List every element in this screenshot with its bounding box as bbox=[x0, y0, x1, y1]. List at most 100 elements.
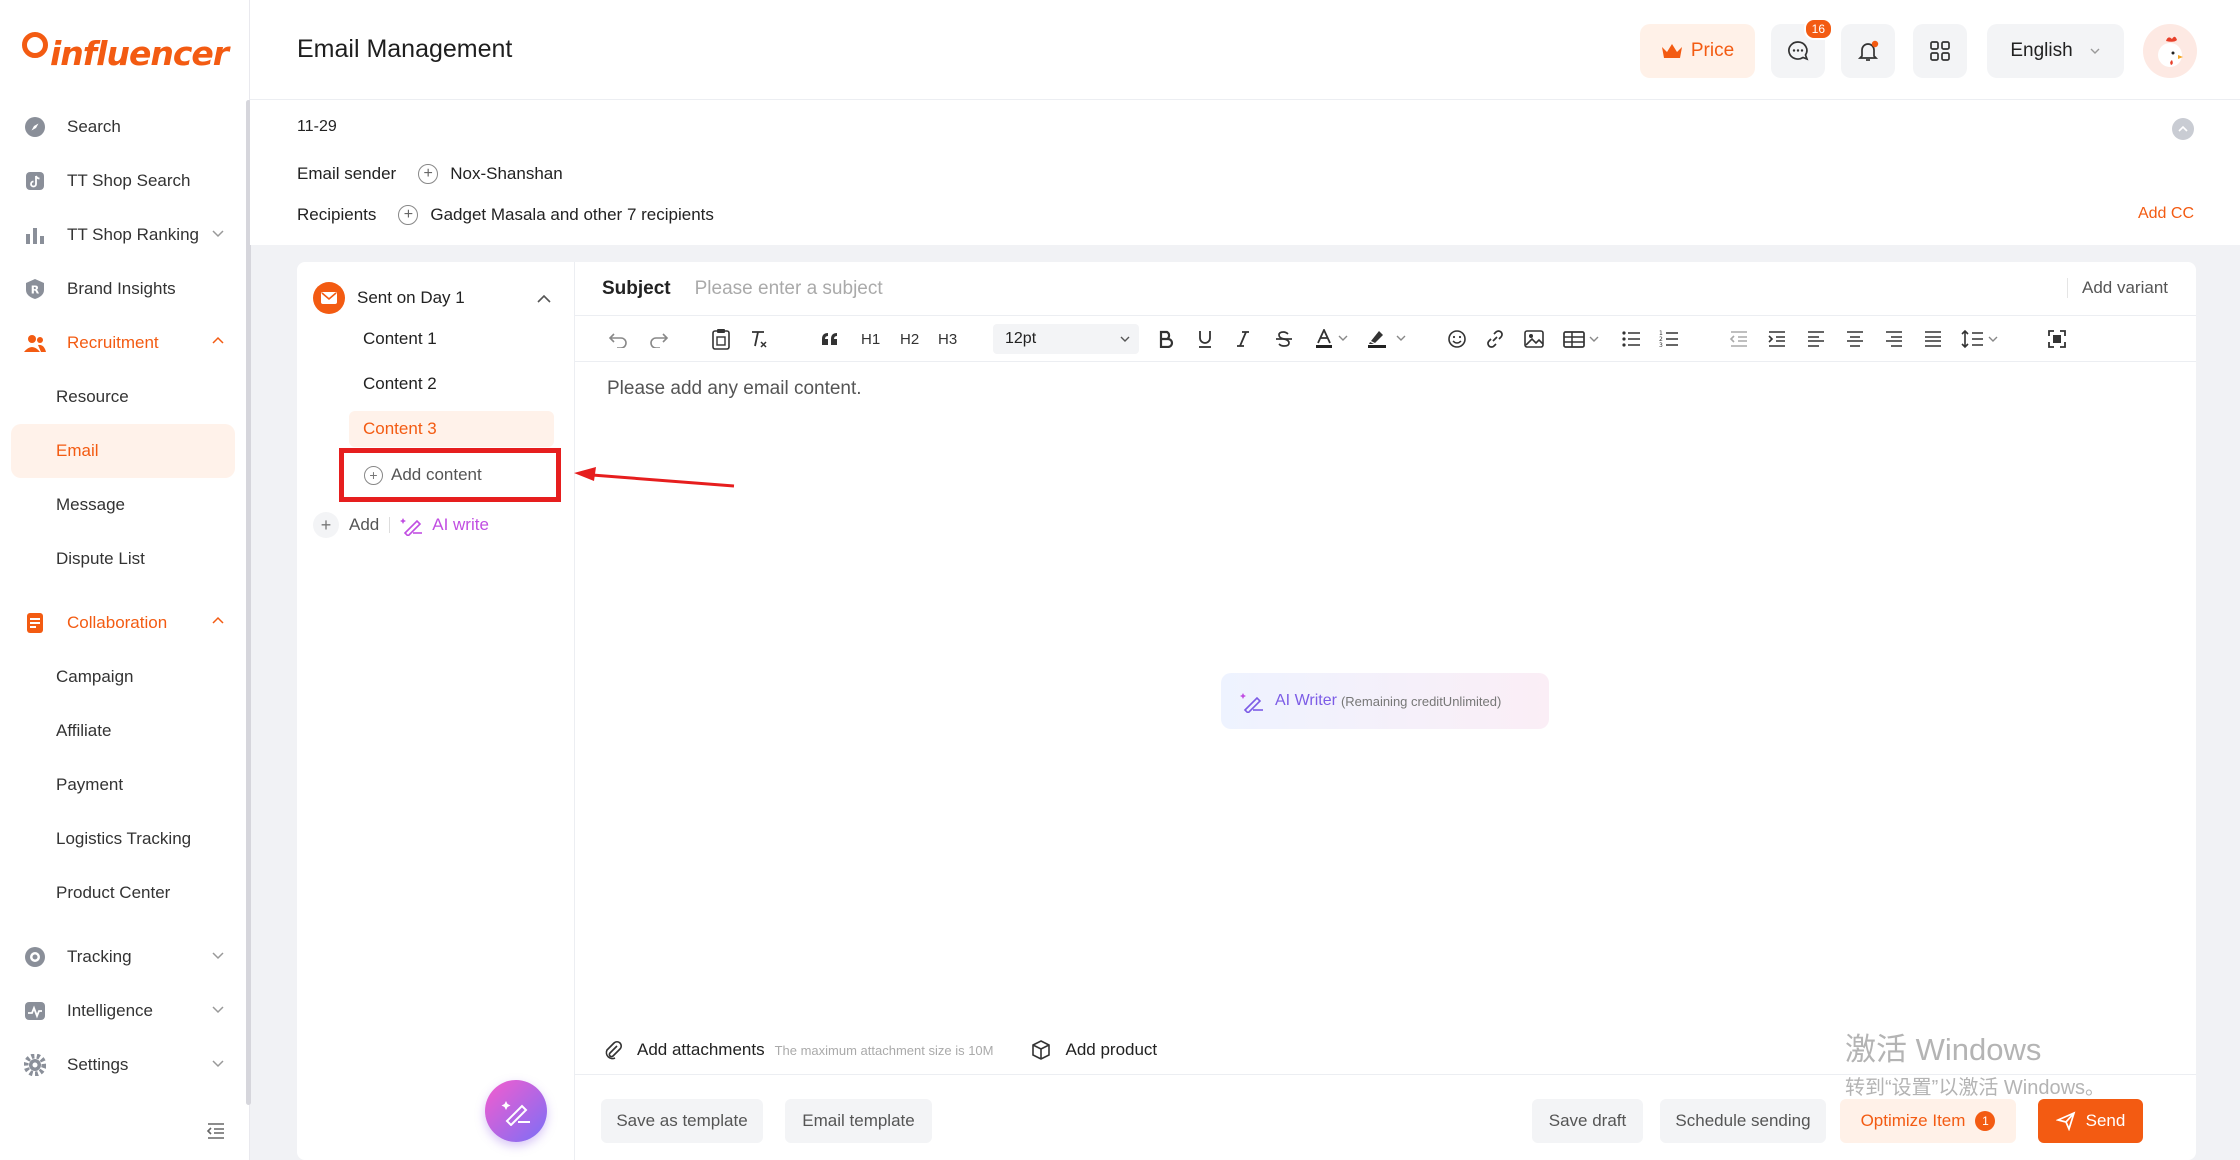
sidebar-item-collaboration[interactable]: Collaboration bbox=[11, 596, 235, 650]
sidebar-item-recruitment[interactable]: Recruitment bbox=[11, 316, 235, 370]
add-content-button[interactable]: + Add content bbox=[339, 448, 561, 502]
line-height-icon[interactable] bbox=[1961, 326, 2001, 352]
numbered-list-icon[interactable]: 123 bbox=[1659, 326, 1679, 352]
subject-row: Subject Please enter a subject Add varia… bbox=[575, 262, 2196, 316]
sidebar-item-message[interactable]: Message bbox=[11, 478, 235, 532]
user-avatar[interactable] bbox=[2143, 24, 2197, 78]
fullscreen-icon[interactable] bbox=[2047, 326, 2067, 352]
notifications-button[interactable] bbox=[1841, 24, 1895, 78]
bullet-list-icon[interactable] bbox=[1621, 326, 1641, 352]
email-body-input[interactable]: Please add any email content. bbox=[607, 378, 862, 400]
svg-text:R: R bbox=[31, 284, 40, 297]
undo-icon[interactable] bbox=[608, 326, 628, 352]
messages-button[interactable]: 16 bbox=[1771, 18, 1833, 78]
recipients-value[interactable]: Gadget Masala and other 7 recipients bbox=[430, 205, 714, 225]
add-recipient-icon[interactable]: + bbox=[398, 205, 419, 225]
schedule-sending-button[interactable]: Schedule sending bbox=[1660, 1099, 1826, 1143]
sidebar-item-search[interactable]: Search bbox=[11, 100, 235, 154]
price-button[interactable]: Price bbox=[1640, 24, 1755, 78]
paper-plane-icon bbox=[2055, 1111, 2076, 1131]
sidebar-item-tt-shop-ranking[interactable]: TT Shop Ranking bbox=[11, 208, 235, 262]
align-left-icon[interactable] bbox=[1806, 326, 1826, 352]
package-icon bbox=[1032, 1040, 1051, 1060]
sidebar-item-settings[interactable]: Settings bbox=[11, 1038, 235, 1092]
sidebar-item-affiliate[interactable]: Affiliate bbox=[11, 704, 235, 758]
sidebar-item-logistics-tracking[interactable]: Logistics Tracking bbox=[11, 812, 235, 866]
magic-pen-icon bbox=[1240, 693, 1263, 713]
content-item-1[interactable]: Content 1 bbox=[349, 321, 554, 357]
recipients-row: Recipients + Gadget Masala and other 7 r… bbox=[297, 205, 714, 225]
chevron-up-icon[interactable] bbox=[536, 291, 552, 307]
brand-logo[interactable]: influencer bbox=[22, 30, 229, 76]
add-product-button[interactable]: Add product bbox=[1031, 1040, 1157, 1060]
collapse-header-button[interactable] bbox=[2172, 118, 2194, 140]
heading-3-button[interactable]: H3 bbox=[938, 326, 957, 352]
attachment-size-hint: The maximum attachment size is 10M bbox=[774, 1042, 994, 1058]
add-attachments-button[interactable]: Add attachments bbox=[603, 1040, 765, 1060]
send-button[interactable]: Send bbox=[2038, 1099, 2143, 1143]
image-icon[interactable] bbox=[1523, 326, 1545, 352]
add-actions: + Add AI write bbox=[313, 512, 489, 538]
outdent-icon[interactable] bbox=[1729, 326, 1749, 352]
align-justify-icon[interactable] bbox=[1923, 326, 1943, 352]
add-cc-link[interactable]: Add CC bbox=[2138, 205, 2194, 223]
heading-2-button[interactable]: H2 bbox=[900, 326, 919, 352]
sidebar-item-campaign[interactable]: Campaign bbox=[11, 650, 235, 704]
sequence-step[interactable]: Sent on Day 1 bbox=[313, 282, 465, 314]
sidebar-item-email[interactable]: Email bbox=[11, 424, 235, 478]
add-variant-button[interactable]: Add variant bbox=[2067, 278, 2168, 298]
sidebar-item-dispute-list[interactable]: Dispute List bbox=[11, 532, 235, 586]
sidebar-item-intelligence[interactable]: Intelligence bbox=[11, 984, 235, 1038]
underline-icon[interactable] bbox=[1197, 326, 1213, 352]
strikethrough-icon[interactable] bbox=[1275, 326, 1293, 352]
save-draft-button[interactable]: Save draft bbox=[1532, 1099, 1643, 1143]
bold-icon[interactable] bbox=[1158, 326, 1174, 352]
align-right-icon[interactable] bbox=[1884, 326, 1904, 352]
link-icon[interactable] bbox=[1485, 326, 1505, 352]
sidebar-item-product-center[interactable]: Product Center bbox=[11, 866, 235, 920]
align-center-icon[interactable] bbox=[1845, 326, 1865, 352]
magic-pen-icon bbox=[400, 518, 423, 536]
content-item-2[interactable]: Content 2 bbox=[349, 366, 554, 402]
main-area: Email Management Price 16 English 11-29 … bbox=[250, 0, 2240, 1160]
blockquote-icon[interactable] bbox=[820, 326, 840, 352]
apps-button[interactable] bbox=[1913, 24, 1967, 78]
table-icon[interactable] bbox=[1562, 326, 1602, 352]
heading-1-button[interactable]: H1 bbox=[861, 326, 880, 352]
email-template-button[interactable]: Email template bbox=[785, 1099, 932, 1143]
chevron-down-icon bbox=[212, 1006, 224, 1014]
indent-icon[interactable] bbox=[1767, 326, 1787, 352]
ai-assistant-fab[interactable] bbox=[485, 1080, 547, 1142]
paperclip-icon bbox=[605, 1040, 623, 1060]
sidebar-item-resource[interactable]: Resource bbox=[11, 370, 235, 424]
redo-icon[interactable] bbox=[649, 326, 669, 352]
optimize-item-button[interactable]: Optimize Item 1 bbox=[1840, 1099, 2016, 1143]
sidebar-item-payment[interactable]: Payment bbox=[11, 758, 235, 812]
highlight-color-icon[interactable] bbox=[1367, 326, 1409, 352]
sidebar-item-brand-insights[interactable]: R Brand Insights bbox=[11, 262, 235, 316]
language-select[interactable]: English bbox=[1987, 24, 2124, 78]
clear-format-icon[interactable] bbox=[749, 326, 769, 352]
ai-write-button[interactable]: AI write bbox=[400, 514, 489, 536]
ai-writer-button[interactable]: AI Writer (Remaining creditUnlimited) bbox=[1221, 673, 1549, 729]
plus-icon[interactable]: + bbox=[313, 512, 339, 538]
save-as-template-button[interactable]: Save as template bbox=[601, 1099, 763, 1143]
paste-icon[interactable] bbox=[711, 326, 731, 352]
content-item-3[interactable]: Content 3 bbox=[349, 411, 554, 447]
bell-icon bbox=[1857, 40, 1879, 61]
emoji-icon[interactable] bbox=[1447, 326, 1467, 352]
gear-icon bbox=[23, 1053, 47, 1077]
font-size-select[interactable]: 12pt bbox=[993, 324, 1139, 354]
add-step-button[interactable]: Add bbox=[349, 515, 379, 535]
collapse-sidebar-icon[interactable] bbox=[206, 1122, 226, 1145]
italic-icon[interactable] bbox=[1236, 326, 1250, 352]
add-sender-icon[interactable]: + bbox=[418, 164, 439, 184]
subject-input[interactable]: Please enter a subject bbox=[695, 278, 883, 300]
text-color-icon[interactable] bbox=[1315, 326, 1349, 352]
chevron-down-icon bbox=[212, 230, 224, 238]
chevron-down-icon bbox=[2090, 48, 2100, 54]
sender-value[interactable]: Nox-Shanshan bbox=[450, 164, 562, 184]
sidebar-item-tt-shop-search[interactable]: TT Shop Search bbox=[11, 154, 235, 208]
top-bar: Email Management Price 16 English bbox=[250, 0, 2240, 100]
sidebar-item-tracking[interactable]: Tracking bbox=[11, 930, 235, 984]
